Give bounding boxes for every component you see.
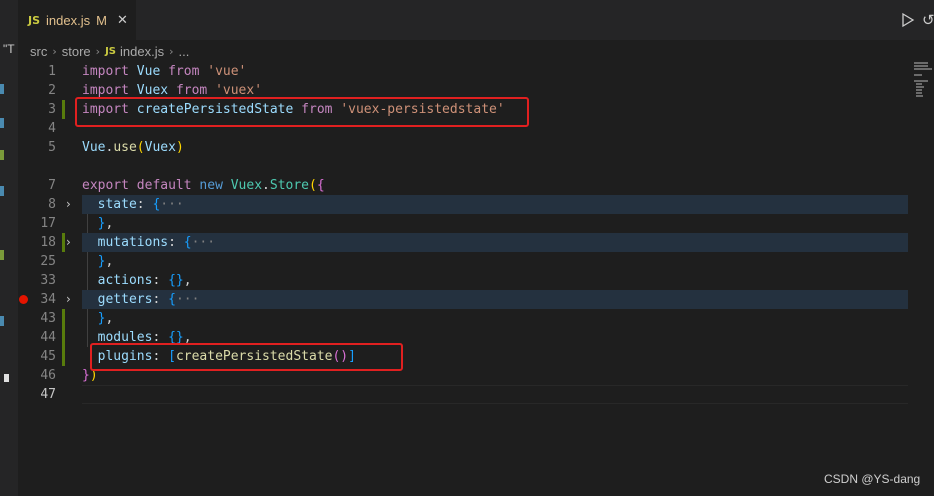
breadcrumb-symbol[interactable]: ...	[178, 44, 189, 59]
modified-badge: M	[96, 13, 107, 28]
git-added-marker	[62, 100, 65, 119]
line-number: 2	[48, 83, 56, 98]
tab-filename: index.js	[46, 13, 91, 28]
code-text: Vue.use(Vuex)	[82, 140, 184, 155]
code-line: 47	[18, 385, 908, 404]
line-number: 4	[48, 121, 56, 136]
current-line-highlight	[82, 385, 908, 404]
code-line: 5 Vue.use(Vuex)	[18, 138, 908, 157]
code-line: 18 › mutations: {···	[18, 233, 908, 252]
chevron-right-icon: ›	[95, 44, 101, 58]
code-text: },	[97, 254, 114, 269]
folded-region-highlight	[82, 290, 908, 309]
code-line: 33 actions: {},	[18, 271, 908, 290]
gutter-marker	[0, 84, 4, 94]
git-added-marker	[62, 347, 65, 366]
line-number: 44	[40, 330, 56, 345]
line-number: 1	[48, 64, 56, 79]
chevron-right-icon[interactable]: ›	[66, 195, 78, 214]
line-number: 5	[48, 140, 56, 155]
code-editor[interactable]: 1 import Vue from 'vue' 2 import Vuex fr…	[18, 62, 908, 496]
close-icon[interactable]: ✕	[117, 13, 128, 28]
watermark: CSDN @YS-dang	[824, 472, 921, 486]
line-number: 47	[40, 387, 56, 402]
code-text: state: {···	[97, 197, 184, 212]
gutter-marker	[0, 250, 4, 260]
code-line: 34 › getters: {···	[18, 290, 908, 309]
code-line: 1 import Vue from 'vue'	[18, 62, 908, 81]
code-text: actions: {},	[97, 273, 192, 288]
undo-icon[interactable]: ↺	[922, 12, 934, 28]
line-number: 17	[40, 216, 56, 231]
line-number: 46	[40, 368, 56, 383]
code-text: import Vue from 'vue'	[82, 64, 247, 79]
code-text: getters: {···	[97, 292, 200, 307]
line-number: 33	[40, 273, 56, 288]
breadcrumb-file[interactable]: index.js	[120, 44, 164, 59]
gutter-marker	[0, 118, 4, 128]
tab-bar	[0, 0, 934, 40]
gutter-marker	[0, 186, 4, 196]
line-number: 43	[40, 311, 56, 326]
chevron-right-icon: ›	[169, 44, 174, 58]
code-text: mutations: {···	[97, 235, 216, 250]
line-number: 18	[40, 235, 56, 250]
js-file-icon: JS	[28, 14, 41, 27]
gutter-marker	[0, 316, 4, 326]
play-icon[interactable]	[900, 12, 916, 28]
line-number: 34	[40, 292, 56, 307]
text-cursor	[4, 374, 9, 382]
git-added-marker	[62, 309, 65, 328]
folded-region-highlight	[82, 195, 908, 214]
annotation-box-import	[75, 97, 529, 127]
minimap[interactable]	[908, 62, 934, 142]
code-line: 43 },	[18, 309, 908, 328]
code-text: },	[97, 311, 114, 326]
gutter-marker	[0, 150, 4, 160]
annotation-box-plugins	[90, 343, 403, 371]
breadcrumb-src[interactable]: src	[30, 44, 47, 59]
chevron-right-icon[interactable]: ›	[66, 233, 78, 252]
git-added-marker	[62, 233, 65, 252]
code-line: 7 export default new Vuex.Store({	[18, 176, 908, 195]
window-fragment: "T	[3, 42, 15, 56]
js-file-icon: JS	[105, 45, 116, 57]
code-text: },	[97, 216, 114, 231]
code-line: 17 },	[18, 214, 908, 233]
code-text: export default new Vuex.Store({	[82, 178, 325, 193]
code-line: 8 › state: {···	[18, 195, 908, 214]
line-number: 3	[48, 102, 56, 117]
line-number: 25	[40, 254, 56, 269]
line-number: 7	[48, 178, 56, 193]
git-added-marker	[62, 328, 65, 347]
line-number: 45	[40, 349, 56, 364]
line-number: 8	[48, 197, 56, 212]
tab-index-js[interactable]: JS index.js M ✕	[18, 0, 136, 40]
code-line: 25 },	[18, 252, 908, 271]
breadcrumb-store[interactable]: store	[62, 44, 91, 59]
activity-strip	[0, 0, 18, 496]
chevron-right-icon: ›	[52, 44, 57, 58]
chevron-right-icon[interactable]: ›	[66, 290, 78, 309]
breadcrumb: src › store › JS index.js › ...	[30, 40, 189, 62]
